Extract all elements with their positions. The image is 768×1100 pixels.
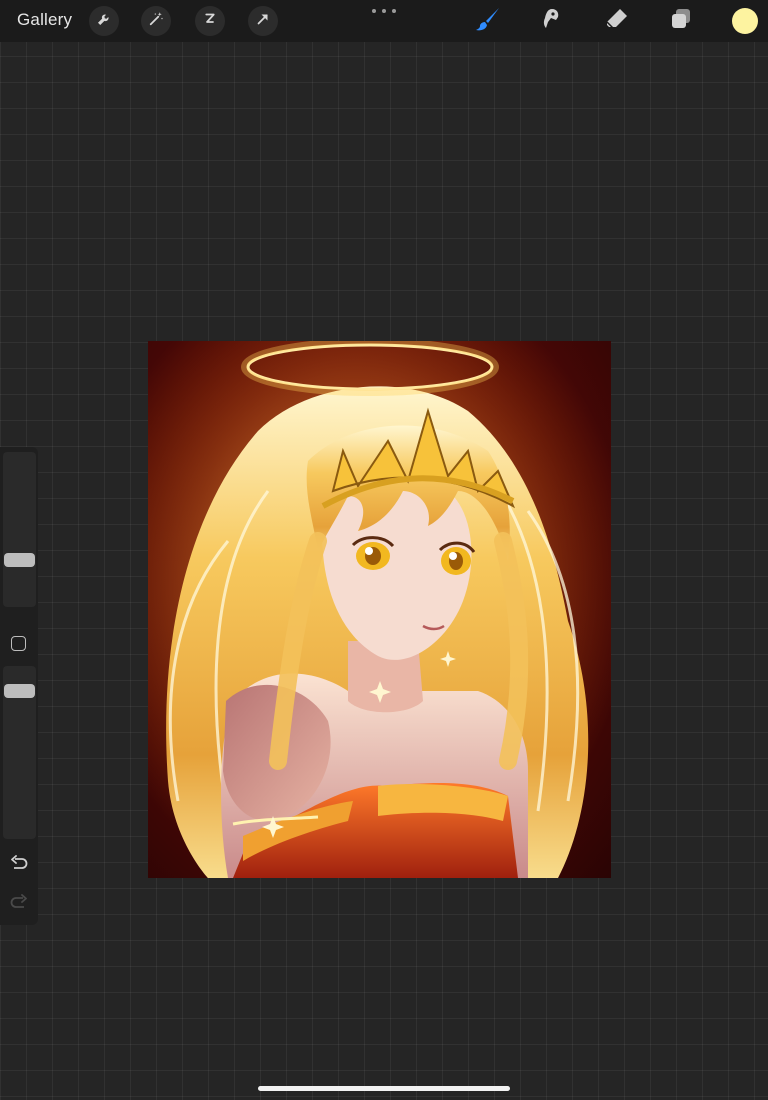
procreate-app: Gallery [0, 0, 768, 1100]
brush-size-slider[interactable] [3, 452, 36, 607]
top-toolbar: Gallery [0, 0, 768, 42]
opacity-thumb[interactable] [4, 684, 35, 698]
brush-tool-button[interactable] [473, 6, 503, 36]
layers-button[interactable] [666, 6, 696, 36]
adjustments-button[interactable] [141, 6, 171, 36]
transform-arrow-icon [254, 10, 272, 33]
eraser-tool-button[interactable] [602, 6, 632, 36]
magic-wand-icon [147, 10, 165, 33]
selection-button[interactable] [195, 6, 225, 36]
gallery-button[interactable]: Gallery [17, 10, 72, 30]
smudge-icon [539, 6, 565, 37]
wrench-icon [95, 10, 113, 33]
layers-icon [668, 6, 694, 37]
brush-size-thumb[interactable] [4, 553, 35, 567]
color-picker-swatch[interactable] [732, 8, 758, 34]
anime-angel-illustration [148, 341, 611, 878]
selection-icon [201, 10, 219, 33]
smudge-tool-button[interactable] [537, 6, 567, 36]
square-modify-icon[interactable] [11, 636, 26, 651]
transform-button[interactable] [248, 6, 278, 36]
actions-button[interactable] [89, 6, 119, 36]
more-dots-icon[interactable] [372, 4, 396, 18]
undo-icon[interactable] [9, 855, 29, 871]
brush-icon [475, 6, 501, 37]
eraser-icon [604, 6, 630, 37]
redo-icon[interactable] [9, 894, 29, 910]
drawing-canvas[interactable] [148, 341, 611, 878]
home-indicator[interactable] [258, 1086, 510, 1091]
